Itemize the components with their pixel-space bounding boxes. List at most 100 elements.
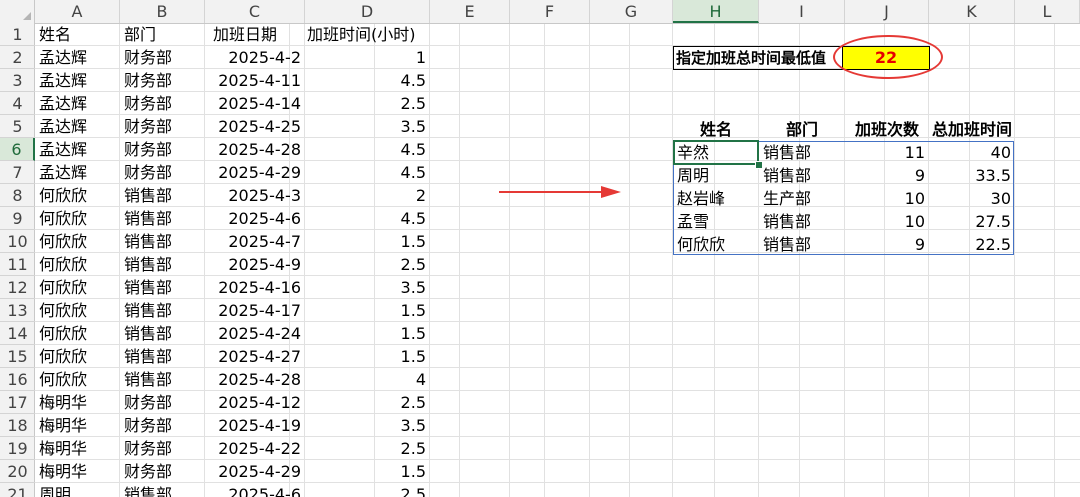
cell-hours[interactable]: 2.5 [305,483,430,497]
cell-name[interactable]: 梅明华 [35,437,120,460]
cell-date[interactable]: 2025-4-24 [205,322,305,345]
cell-hours[interactable]: 1.5 [305,345,430,368]
cell-hours[interactable]: 2.5 [305,391,430,414]
cell-name[interactable]: 孟达辉 [35,161,120,184]
header-name[interactable]: 姓名 [35,23,120,46]
cell-date[interactable]: 2025-4-3 [205,184,305,207]
cell-date[interactable]: 2025-4-9 [205,253,305,276]
row-header-13[interactable]: 13 [0,299,35,322]
cell-name[interactable]: 何欣欣 [35,230,120,253]
header-hours[interactable]: 加班时间(小时) [305,23,430,46]
column-header-a[interactable]: A [35,0,120,23]
cell-name[interactable]: 周明 [35,483,120,497]
row-header-19[interactable]: 19 [0,437,35,460]
cell-date[interactable]: 2025-4-29 [205,161,305,184]
column-header-d[interactable]: D [305,0,430,23]
cell-date[interactable]: 2025-4-28 [205,368,305,391]
row-header-3[interactable]: 3 [0,69,35,92]
cell-dept[interactable]: 销售部 [120,184,205,207]
cell-hours[interactable]: 1.5 [305,230,430,253]
result-count[interactable]: 11 [845,141,929,164]
cell-name[interactable]: 孟达辉 [35,69,120,92]
cell-name[interactable]: 何欣欣 [35,322,120,345]
row-header-20[interactable]: 20 [0,460,35,483]
cell-hours[interactable]: 3.5 [305,414,430,437]
cell-dept[interactable]: 销售部 [120,345,205,368]
result-dept[interactable]: 销售部 [759,141,845,164]
cell-dept[interactable]: 财务部 [120,414,205,437]
cell-date[interactable]: 2025-4-6 [205,483,305,497]
cell-name[interactable]: 何欣欣 [35,345,120,368]
column-header-i[interactable]: I [759,0,845,23]
cell-hours[interactable]: 3.5 [305,276,430,299]
cell-dept[interactable]: 销售部 [120,483,205,497]
cell-dept[interactable]: 财务部 [120,161,205,184]
cell-dept[interactable]: 销售部 [120,253,205,276]
result-dept[interactable]: 销售部 [759,233,845,256]
cell-dept[interactable]: 财务部 [120,138,205,161]
cell-hours[interactable]: 4 [305,368,430,391]
cell-date[interactable]: 2025-4-25 [205,115,305,138]
cell-name[interactable]: 何欣欣 [35,253,120,276]
result-header-total[interactable]: 总加班时间 [929,118,1015,141]
result-header-count[interactable]: 加班次数 [845,118,929,141]
cell-hours[interactable]: 2.5 [305,92,430,115]
cell-dept[interactable]: 财务部 [120,460,205,483]
result-count[interactable]: 9 [845,233,929,256]
row-header-16[interactable]: 16 [0,368,35,391]
row-header-8[interactable]: 8 [0,184,35,207]
cell-hours[interactable]: 1.5 [305,299,430,322]
result-name[interactable]: 赵岩峰 [673,187,759,210]
cell-date[interactable]: 2025-4-7 [205,230,305,253]
cell-date[interactable]: 2025-4-6 [205,207,305,230]
active-cell-cursor[interactable] [673,140,759,165]
result-header-name[interactable]: 姓名 [673,118,759,141]
cell-dept[interactable]: 销售部 [120,276,205,299]
row-header-21[interactable]: 21 [0,483,35,497]
cell-hours[interactable]: 1.5 [305,322,430,345]
cell-dept[interactable]: 销售部 [120,322,205,345]
cell-name[interactable]: 梅明华 [35,391,120,414]
cell-name[interactable]: 孟达辉 [35,138,120,161]
column-header-g[interactable]: G [590,0,673,23]
result-count[interactable]: 9 [845,164,929,187]
cell-hours[interactable]: 1 [305,46,430,69]
cell-date[interactable]: 2025-4-12 [205,391,305,414]
cell-hours[interactable]: 2.5 [305,437,430,460]
column-header-l[interactable]: L [1015,0,1080,23]
select-all-corner[interactable] [0,0,35,23]
cell-dept[interactable]: 财务部 [120,46,205,69]
header-dept[interactable]: 部门 [120,23,205,46]
row-header-7[interactable]: 7 [0,161,35,184]
cell-dept[interactable]: 销售部 [120,207,205,230]
cell-dept[interactable]: 财务部 [120,391,205,414]
column-header-j[interactable]: J [845,0,929,23]
cell-name[interactable]: 梅明华 [35,414,120,437]
cell-date[interactable]: 2025-4-14 [205,92,305,115]
cell-date[interactable]: 2025-4-11 [205,69,305,92]
cell-name[interactable]: 何欣欣 [35,276,120,299]
cell-dept[interactable]: 财务部 [120,92,205,115]
result-total[interactable]: 22.5 [929,233,1015,256]
result-dept[interactable]: 生产部 [759,187,845,210]
cell-date[interactable]: 2025-4-19 [205,414,305,437]
cell-date[interactable]: 2025-4-17 [205,299,305,322]
cell-dept[interactable]: 销售部 [120,368,205,391]
result-total[interactable]: 27.5 [929,210,1015,233]
cell-hours[interactable]: 4.5 [305,69,430,92]
cell-name[interactable]: 孟达辉 [35,46,120,69]
cell-date[interactable]: 2025-4-29 [205,460,305,483]
result-count[interactable]: 10 [845,210,929,233]
row-header-5[interactable]: 5 [0,115,35,138]
parameter-label[interactable]: 指定加班总时间最低值 [673,47,843,70]
result-name[interactable]: 周明 [673,164,759,187]
row-header-18[interactable]: 18 [0,414,35,437]
cell-name[interactable]: 孟达辉 [35,92,120,115]
column-header-f[interactable]: F [510,0,590,23]
result-total[interactable]: 33.5 [929,164,1015,187]
result-name[interactable]: 孟雪 [673,210,759,233]
row-header-11[interactable]: 11 [0,253,35,276]
row-header-12[interactable]: 12 [0,276,35,299]
cell-dept[interactable]: 销售部 [120,299,205,322]
header-date[interactable]: 加班日期 [205,23,305,46]
